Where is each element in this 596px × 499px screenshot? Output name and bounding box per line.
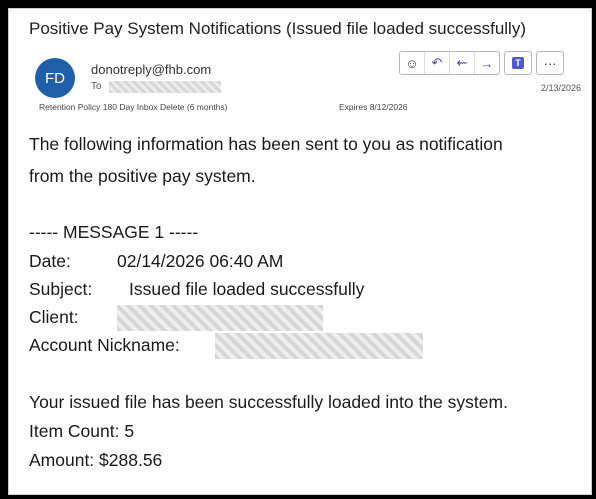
emoji-icon[interactable]: ☺ — [400, 52, 425, 74]
retention-policy: Retention Policy 180 Day Inbox Delete (6… — [39, 102, 228, 112]
intro-line-1: The following information has been sent … — [29, 134, 503, 154]
avatar[interactable]: FD — [35, 58, 75, 98]
client-redacted — [117, 305, 323, 331]
to-label: To — [91, 81, 102, 92]
reply-all-icon[interactable]: ⇜ — [450, 52, 475, 74]
subject-label: Subject: — [29, 279, 93, 299]
message-actions: ☺ ↶ ⇜ → T ··· — [399, 51, 564, 75]
teams-icon[interactable]: T — [504, 51, 532, 75]
account-nickname-label: Account Nickname: — [29, 335, 180, 355]
account-nickname-redacted — [215, 333, 423, 359]
sender-email[interactable]: donotreply@fhb.com — [91, 62, 211, 77]
more-icon[interactable]: ··· — [536, 51, 564, 75]
subject-value: Issued file loaded successfully — [129, 279, 365, 299]
recipient-redacted — [109, 81, 221, 93]
received-date: 2/13/2026 — [540, 83, 581, 93]
email-window: Positive Pay System Notifications (Issue… — [8, 8, 592, 495]
email-subject: Positive Pay System Notifications (Issue… — [29, 19, 526, 38]
amount: Amount: $288.56 — [29, 450, 163, 470]
forward-icon[interactable]: → — [475, 52, 499, 74]
date-label: Date: — [29, 251, 71, 271]
expires-date: Expires 8/12/2026 — [339, 102, 408, 112]
reply-icon[interactable]: ↶ — [425, 52, 450, 74]
item-count: Item Count: 5 — [29, 421, 135, 441]
client-label: Client: — [29, 307, 79, 327]
message-header: ----- MESSAGE 1 ----- — [29, 222, 199, 242]
date-value: 02/14/2026 06:40 AM — [117, 251, 284, 271]
teams-icon-glyph: T — [512, 57, 524, 69]
intro-line-2: from the positive pay system. — [29, 166, 256, 186]
action-group: ☺ ↶ ⇜ → — [399, 51, 500, 75]
result-line: Your issued file has been successfully l… — [29, 392, 508, 412]
